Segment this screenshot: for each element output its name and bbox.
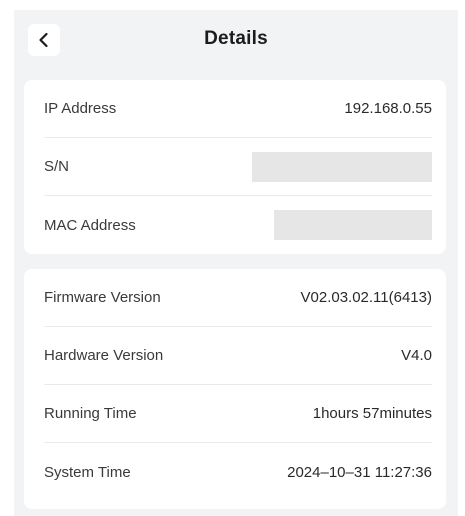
system-time-label: System Time — [44, 463, 131, 481]
header-bar: Details — [14, 10, 458, 72]
firmware-version-label: Firmware Version — [44, 289, 161, 306]
hardware-version-row: Hardware Version V4.0 — [44, 327, 432, 385]
mac-address-row: MAC Address — [44, 196, 432, 254]
hardware-version-label: Hardware Version — [44, 347, 164, 364]
running-time-row: Running Time 1hours 57minutes — [44, 385, 432, 443]
serial-number-redacted-value — [252, 151, 432, 182]
network-info-card: IP Address 192.168.0.55 S/N MAC Address — [24, 80, 446, 254]
ip-address-row: IP Address 192.168.0.55 — [44, 80, 432, 138]
hardware-version-value: V4.0 — [401, 347, 432, 364]
mac-address-redacted-value — [274, 210, 432, 240]
system-time-value: 2024–10–31 11:27:36 — [287, 463, 432, 481]
firmware-version-row: Firmware Version V02.03.02.11(6413) — [44, 269, 432, 327]
running-time-value: 1hours 57minutes — [312, 405, 432, 422]
serial-number-row: S/N — [44, 138, 432, 196]
details-screen: Details IP Address 192.168.0.55 S/N MAC … — [14, 10, 458, 516]
firmware-version-value: V02.03.02.11(6413) — [300, 289, 433, 306]
device-info-card: Firmware Version V02.03.02.11(6413) Hard… — [24, 269, 446, 509]
mac-address-label: MAC Address — [44, 216, 136, 234]
ip-address-label: IP Address — [44, 100, 117, 117]
serial-number-label: S/N — [44, 158, 70, 175]
running-time-label: Running Time — [44, 405, 137, 422]
page-title: Details — [204, 28, 268, 49]
ip-address-value: 192.168.0.55 — [344, 100, 432, 117]
system-time-row: System Time 2024–10–31 11:27:36 — [44, 443, 432, 501]
